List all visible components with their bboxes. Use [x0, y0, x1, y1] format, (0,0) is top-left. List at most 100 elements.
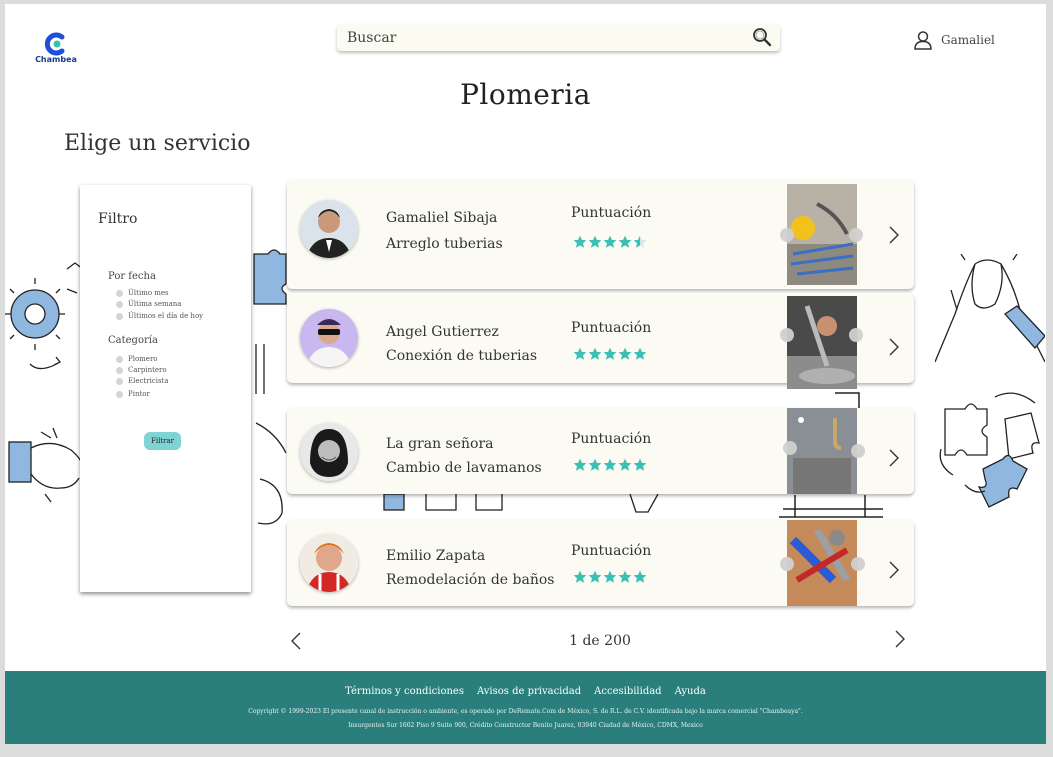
high-five-doodle — [935, 254, 1045, 363]
score-label: Puntuación — [571, 205, 652, 221]
filter-category-carpintero[interactable]: Carpintero — [116, 365, 167, 375]
filter-date-today[interactable]: Últimos el día de hoy — [116, 311, 203, 321]
star-icon — [633, 235, 647, 248]
avatar — [300, 534, 358, 592]
filter-date-title: Por fecha — [108, 271, 156, 282]
star-icon — [633, 458, 647, 471]
carousel-next-dot[interactable] — [849, 228, 863, 242]
filter-category-electricista[interactable]: Electricista — [116, 376, 169, 386]
service-photo — [787, 520, 857, 606]
pagination-text: 1 de 200 — [569, 633, 631, 649]
service-photo — [787, 184, 857, 285]
star-icon — [618, 570, 632, 583]
carousel-next-dot[interactable] — [849, 328, 863, 342]
provider-name: Angel Gutierrez — [386, 324, 499, 340]
star-icon — [588, 458, 602, 471]
filter-category-plomero[interactable]: Plomero — [116, 354, 158, 364]
radio-icon[interactable] — [116, 300, 123, 308]
service-card[interactable]: La gran señora Cambio de lavamanos Puntu… — [287, 408, 914, 494]
chevron-right-icon[interactable] — [887, 337, 901, 357]
footer-link-accessibility[interactable]: Accesibilidad — [594, 686, 661, 697]
score-label: Puntuación — [571, 320, 652, 336]
carousel-prev-dot[interactable] — [780, 228, 794, 242]
app-frame: Chambea Gamaliel Plomeria Elige un servi… — [5, 4, 1046, 744]
tools-doodle-mid — [383, 493, 659, 513]
star-icon — [573, 235, 587, 248]
star-icon — [588, 235, 602, 248]
service-card[interactable]: Angel Gutierrez Conexión de tuberias Pun… — [287, 293, 914, 389]
service-name: Conexión de tuberias — [386, 348, 537, 364]
filter-title: Filtro — [98, 211, 138, 227]
footer-address: Insurgentes Sur 1602 Piso 9 Suite 900, C… — [348, 722, 703, 729]
user-menu[interactable]: Gamaliel — [913, 29, 995, 51]
service-name: Remodelación de baños — [386, 572, 555, 588]
carousel-next-dot[interactable] — [851, 557, 865, 571]
provider-name: Emilio Zapata — [386, 548, 486, 564]
footer-copyright: Copyright © 1999-2023 El presente canal … — [248, 708, 803, 715]
chevron-right-icon[interactable] — [887, 448, 901, 468]
radio-icon[interactable] — [116, 312, 123, 320]
rating-stars — [573, 458, 648, 472]
section-title: Elige un servicio — [64, 131, 251, 156]
service-name: Cambio de lavamanos — [386, 460, 542, 476]
gears-doodle — [5, 262, 84, 370]
star-icon — [603, 570, 617, 583]
user-icon — [914, 31, 932, 50]
logo-text: Chambea — [35, 55, 77, 64]
star-icon — [618, 235, 632, 248]
star-icon — [618, 347, 632, 360]
avatar — [300, 423, 358, 481]
handshake-doodle — [8, 427, 85, 503]
service-card[interactable]: Gamaliel Sibaja Arreglo tuberias Puntuac… — [287, 180, 914, 289]
service-photo — [787, 408, 857, 494]
footer-link-privacy[interactable]: Avisos de privacidad — [477, 686, 581, 697]
chevron-right-icon[interactable] — [887, 560, 901, 580]
avatar — [300, 309, 358, 367]
service-card[interactable]: Emilio Zapata Remodelación de baños Punt… — [287, 520, 914, 606]
star-icon — [633, 347, 647, 360]
footer-link-help[interactable]: Ayuda — [675, 686, 706, 697]
radio-icon[interactable] — [116, 366, 123, 374]
star-icon — [618, 458, 632, 471]
star-icon — [573, 347, 587, 360]
star-icon — [588, 570, 602, 583]
footer: Términos y condiciones Avisos de privaci… — [5, 671, 1046, 744]
page-title: Plomeria — [460, 78, 591, 111]
rating-stars — [573, 570, 648, 584]
filter-button[interactable]: Filtrar — [144, 432, 181, 450]
filter-category-pintor[interactable]: Pintor — [116, 389, 150, 399]
radio-icon[interactable] — [116, 377, 123, 385]
chevron-right-icon[interactable] — [893, 629, 907, 649]
score-label: Puntuación — [571, 543, 652, 559]
star-icon — [573, 570, 587, 583]
chambea-logo-icon — [44, 32, 65, 56]
carousel-prev-dot[interactable] — [783, 441, 797, 455]
radio-icon[interactable] — [116, 390, 123, 398]
puzzle-doodle-right — [939, 392, 1040, 508]
filter-panel: Filtro Por fecha Último mes Última seman… — [80, 185, 251, 592]
star-icon — [603, 458, 617, 471]
search-input[interactable] — [347, 28, 727, 48]
service-name: Arreglo tuberias — [386, 236, 503, 252]
filter-date-last-month[interactable]: Último mes — [116, 288, 169, 298]
rating-stars — [573, 235, 648, 249]
search-bar[interactable] — [337, 24, 780, 51]
chambea-logo[interactable]: Chambea — [31, 32, 81, 72]
star-icon — [633, 570, 647, 583]
search-icon[interactable] — [752, 27, 772, 47]
filter-date-last-week[interactable]: Última semana — [116, 299, 181, 309]
carousel-next-dot[interactable] — [851, 444, 865, 458]
carousel-prev-dot[interactable] — [780, 328, 794, 342]
tools-doodle-left — [255, 422, 287, 525]
radio-icon[interactable] — [116, 355, 123, 363]
star-icon — [603, 235, 617, 248]
radio-icon[interactable] — [116, 289, 123, 297]
chevron-left-icon[interactable] — [289, 631, 303, 651]
footer-link-terms[interactable]: Términos y condiciones — [345, 686, 464, 697]
star-icon — [603, 347, 617, 360]
provider-name: La gran señora — [386, 436, 494, 452]
chevron-right-icon[interactable] — [887, 225, 901, 245]
service-photo — [787, 296, 857, 389]
star-icon — [573, 458, 587, 471]
carousel-prev-dot[interactable] — [780, 557, 794, 571]
